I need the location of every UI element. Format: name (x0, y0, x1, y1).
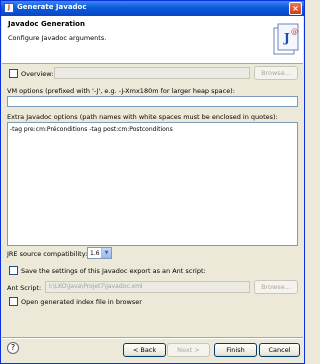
ant-script-label: Ant Script: (7, 284, 42, 292)
finish-button[interactable]: Finish (214, 343, 257, 357)
cancel-button[interactable]: Cancel (259, 343, 300, 357)
back-button[interactable]: < Back (123, 343, 166, 357)
overview-checkbox[interactable] (9, 69, 18, 78)
window-title: Generate Javadoc (17, 3, 87, 11)
jre-select[interactable]: 1.6 ▼ (87, 247, 112, 259)
ant-script-field[interactable]: I:\LKO\Java\Projet7\javadoc.xml (45, 281, 250, 293)
title-bar[interactable]: J Generate Javadoc × (1, 1, 304, 16)
vm-options-field[interactable] (7, 96, 298, 107)
extra-options-label: Extra Javadoc options (path names with w… (7, 113, 278, 121)
javadoc-icon: J (4, 3, 14, 13)
javadoc-banner-icon: J @ (273, 23, 299, 55)
header-title: Javadoc Generation (8, 20, 85, 28)
extra-options-value: -tag pre:cm:Préconditions -tag post:cm:P… (10, 126, 173, 133)
overview-browse-button[interactable]: Browse... (254, 66, 298, 80)
jre-select-value: 1.6 (90, 250, 100, 257)
overview-label: Overview: (21, 70, 54, 78)
chevron-down-icon[interactable]: ▼ (101, 248, 111, 258)
open-index-label: Open generated index file in browser (21, 298, 142, 306)
open-index-checkbox[interactable] (9, 297, 18, 306)
save-settings-label: Save the settings of this Javadoc export… (21, 267, 206, 275)
svg-text:J: J (283, 31, 290, 45)
help-icon[interactable]: ? (7, 342, 19, 354)
next-button[interactable]: Next > (167, 343, 210, 357)
save-settings-checkbox[interactable] (9, 266, 18, 275)
generate-javadoc-window: J Generate Javadoc × Javadoc Generation … (0, 0, 305, 364)
header-subtitle: Configure Javadoc arguments. (8, 34, 107, 42)
svg-text:@: @ (291, 28, 298, 36)
ant-script-browse-button[interactable]: Browse... (254, 280, 298, 294)
jre-label: JRE source compatibility: (7, 250, 88, 258)
overview-field[interactable] (54, 67, 250, 79)
close-button[interactable]: × (289, 2, 302, 15)
extra-options-textarea[interactable]: -tag pre:cm:Préconditions -tag post:cm:P… (7, 122, 298, 246)
vm-options-label: VM options (prefixed with '-J', e.g. -J-… (7, 87, 235, 95)
footer-separator (2, 337, 303, 339)
wizard-header: Javadoc Generation Configure Javadoc arg… (2, 16, 303, 64)
